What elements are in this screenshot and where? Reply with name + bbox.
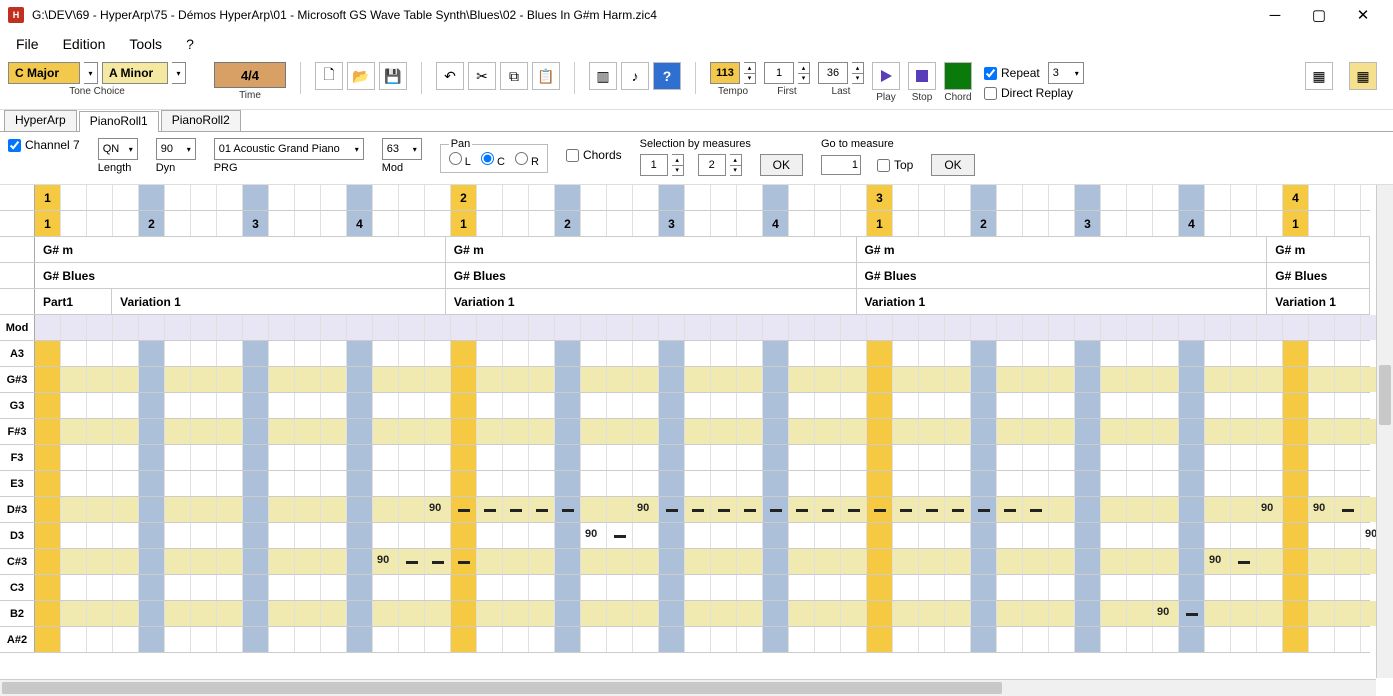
chords-checkbox[interactable]: Chords: [566, 148, 622, 162]
dyn-select[interactable]: 90▾: [156, 138, 196, 160]
tempo-label: Tempo: [718, 86, 748, 97]
copy-icon[interactable]: ⧉: [500, 62, 528, 90]
pan-c[interactable]: C: [481, 152, 505, 168]
first-spinner[interactable]: ▴▾: [798, 62, 810, 84]
vertical-scrollbar[interactable]: [1376, 185, 1393, 678]
length-select[interactable]: QN▾: [98, 138, 138, 160]
top-checkbox[interactable]: Top: [877, 158, 913, 172]
first-label: First: [777, 86, 796, 97]
tab-pianoroll2[interactable]: PianoRoll2: [161, 110, 241, 131]
mod-select[interactable]: 63▾: [382, 138, 422, 160]
tone-choice-label: Tone Choice: [69, 86, 125, 97]
last-spinner[interactable]: ▴▾: [852, 62, 864, 84]
tab-bar: HyperArp PianoRoll1 PianoRoll2: [0, 110, 1393, 132]
titlebar: H G:\DEV\69 - HyperArp\75 - Démos HyperA…: [0, 0, 1393, 30]
menu-help[interactable]: ?: [186, 36, 194, 52]
first-value[interactable]: 1: [764, 62, 794, 84]
goto-ok[interactable]: OK: [931, 154, 974, 176]
sel-from[interactable]: 1: [640, 154, 668, 176]
undo-icon[interactable]: ↶: [436, 62, 464, 90]
tab-pianoroll1[interactable]: PianoRoll1: [79, 111, 159, 132]
pan-r[interactable]: R: [515, 152, 539, 168]
scale-major[interactable]: C Major: [8, 62, 80, 84]
pan-l[interactable]: L: [449, 152, 471, 168]
chord-label: Chord: [944, 92, 971, 103]
menu-edition[interactable]: Edition: [63, 36, 106, 52]
keyboard1-icon[interactable]: ▦: [1305, 62, 1333, 90]
play-label: Play: [876, 92, 895, 103]
tempo-value[interactable]: 113: [710, 62, 740, 84]
scale-minor-dropdown[interactable]: ▾: [172, 62, 186, 84]
goto-input[interactable]: [821, 155, 861, 175]
stop-button[interactable]: [908, 62, 936, 90]
prg-select[interactable]: 01 Acoustic Grand Piano▾: [214, 138, 364, 160]
view-icon[interactable]: ▥: [589, 62, 617, 90]
tempo-spinner[interactable]: ▴▾: [744, 62, 756, 84]
repeat-count[interactable]: 3▾: [1048, 62, 1084, 84]
scale-major-dropdown[interactable]: ▾: [84, 62, 98, 84]
pan-group: Pan L C R: [440, 138, 548, 173]
keyboard2-icon[interactable]: ▦: [1349, 62, 1377, 90]
channel-panel: Channel 7 QN▾Length 90▾Dyn 01 Acoustic G…: [0, 132, 1393, 185]
selection-ok[interactable]: OK: [760, 154, 803, 176]
window-title: G:\DEV\69 - HyperArp\75 - Démos HyperArp…: [32, 8, 1253, 22]
menu-tools[interactable]: Tools: [129, 36, 162, 52]
pianoroll-grid[interactable]: 12341234123412341G# mG# mG# mG# mG# Blue…: [0, 185, 1393, 696]
last-label: Last: [832, 86, 851, 97]
channel-checkbox[interactable]: Channel 7: [8, 138, 80, 152]
new-icon[interactable]: 🗋: [315, 62, 343, 90]
paste-icon[interactable]: 📋: [532, 62, 560, 90]
scale-minor[interactable]: A Minor: [102, 62, 168, 84]
help-icon[interactable]: ?: [653, 62, 681, 90]
last-value[interactable]: 36: [818, 62, 848, 84]
play-button[interactable]: [872, 62, 900, 90]
tab-hyperarp[interactable]: HyperArp: [4, 110, 77, 131]
minimize-button[interactable]: ─: [1253, 1, 1297, 29]
menu-file[interactable]: File: [16, 36, 39, 52]
maximize-button[interactable]: ▢: [1297, 1, 1341, 29]
open-icon[interactable]: 📂: [347, 62, 375, 90]
stop-label: Stop: [912, 92, 933, 103]
toolbar: C Major ▾ A Minor ▾ Tone Choice 4/4 Time…: [0, 58, 1393, 110]
app-icon: H: [8, 7, 24, 23]
chord-button[interactable]: [944, 62, 972, 90]
time-signature[interactable]: 4/4: [214, 62, 286, 88]
direct-replay-checkbox[interactable]: Direct Replay: [984, 86, 1084, 100]
note-icon[interactable]: ♪: [621, 62, 649, 90]
sel-to[interactable]: 2: [698, 154, 726, 176]
time-label: Time: [239, 90, 261, 101]
horizontal-scrollbar[interactable]: [0, 679, 1376, 696]
repeat-checkbox[interactable]: Repeat 3▾: [984, 62, 1084, 84]
menubar: File Edition Tools ?: [0, 30, 1393, 58]
close-button[interactable]: ✕: [1341, 1, 1385, 29]
save-icon[interactable]: 💾: [379, 62, 407, 90]
cut-icon[interactable]: ✂: [468, 62, 496, 90]
